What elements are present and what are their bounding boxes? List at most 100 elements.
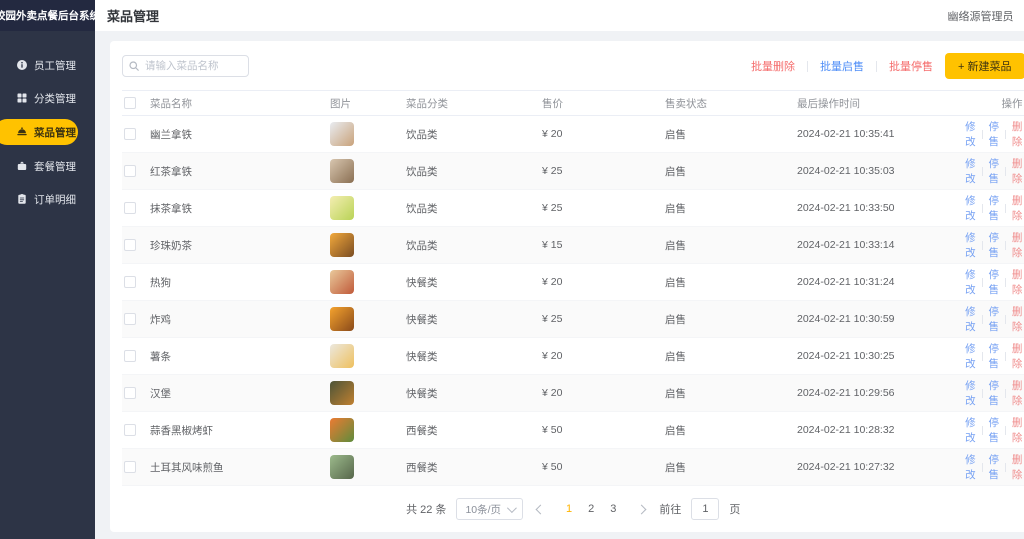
row-checkbox[interactable] (124, 424, 136, 436)
batch-button-批量停售[interactable]: 批量停售 (889, 58, 933, 74)
row-action-修改[interactable]: 修改 (965, 156, 976, 186)
dish-price: ¥ 50 (542, 424, 665, 436)
new-dish-button[interactable]: + 新建菜品 (945, 53, 1024, 79)
chevron-down-icon (507, 503, 517, 513)
row-action-删除[interactable]: 删除 (1012, 156, 1023, 186)
batch-button-批量启售[interactable]: 批量启售 (820, 58, 864, 74)
sidebar-item-分类管理[interactable]: 分类管理 (0, 86, 95, 110)
dish-image[interactable] (330, 344, 354, 368)
row-action-停售[interactable]: 停售 (988, 156, 999, 186)
sidebar-item-套餐管理[interactable]: 套餐管理 (0, 154, 95, 178)
row-action-修改[interactable]: 修改 (965, 341, 976, 371)
row-action-停售[interactable]: 停售 (988, 304, 999, 334)
row-action-修改[interactable]: 修改 (965, 304, 976, 334)
divider (1005, 167, 1006, 176)
sidebar-item-订单明细[interactable]: 订单明细 (0, 187, 95, 211)
page-number-2[interactable]: 2 (580, 501, 602, 517)
page-number-3[interactable]: 3 (602, 501, 624, 517)
search-input[interactable] (122, 55, 249, 77)
dish-image[interactable] (330, 122, 354, 146)
row-action-停售[interactable]: 停售 (988, 267, 999, 297)
row-action-修改[interactable]: 修改 (965, 230, 976, 260)
chevron-right-icon (637, 504, 647, 514)
row-actions: 修改停售删除 (965, 193, 1024, 223)
page-number-1[interactable]: 1 (558, 501, 580, 517)
page-size-select[interactable]: 10条/页 (456, 498, 523, 520)
divider (982, 278, 983, 287)
row-action-删除[interactable]: 删除 (1012, 341, 1023, 371)
row-checkbox[interactable] (124, 387, 136, 399)
divider (982, 241, 983, 250)
table-row: 炸鸡 快餐类 ¥ 25 启售 2024-02-21 10:30:59 修改停售删… (122, 301, 1024, 338)
sidebar-item-菜品管理[interactable]: 菜品管理 (0, 119, 78, 145)
user-name: 幽络源管理员 (948, 8, 1014, 24)
row-checkbox[interactable] (124, 313, 136, 325)
prev-page-button[interactable] (533, 504, 548, 515)
row-action-修改[interactable]: 修改 (965, 415, 976, 445)
dish-image[interactable] (330, 159, 354, 183)
sidebar-item-label: 员工管理 (34, 58, 76, 73)
row-checkbox[interactable] (124, 461, 136, 473)
row-action-修改[interactable]: 修改 (965, 378, 976, 408)
next-page-button[interactable] (634, 504, 649, 515)
dish-image[interactable] (330, 455, 354, 479)
dish-name: 土耳其风味煎鱼 (150, 460, 330, 475)
row-action-删除[interactable]: 删除 (1012, 304, 1023, 334)
row-action-修改[interactable]: 修改 (965, 452, 976, 482)
dish-status: 启售 (665, 275, 797, 290)
row-action-停售[interactable]: 停售 (988, 378, 999, 408)
divider (1005, 241, 1006, 250)
divider (1005, 463, 1006, 472)
row-checkbox[interactable] (124, 202, 136, 214)
dish-price: ¥ 20 (542, 276, 665, 288)
row-checkbox[interactable] (124, 165, 136, 177)
dish-image[interactable] (330, 270, 354, 294)
dish-name: 薯条 (150, 349, 330, 364)
dish-image[interactable] (330, 196, 354, 220)
dish-image[interactable] (330, 307, 354, 331)
goto-page-input[interactable] (691, 498, 719, 520)
row-checkbox[interactable] (124, 276, 136, 288)
row-action-停售[interactable]: 停售 (988, 452, 999, 482)
divider (1005, 315, 1006, 324)
dish-status: 启售 (665, 349, 797, 364)
dish-name: 珍珠奶茶 (150, 238, 330, 253)
row-checkbox[interactable] (124, 350, 136, 362)
order-list-icon (15, 193, 28, 206)
table-row: 红茶拿铁 饮品类 ¥ 25 启售 2024-02-21 10:35:03 修改停… (122, 153, 1024, 190)
dish-price: ¥ 20 (542, 128, 665, 140)
dish-category: 饮品类 (406, 201, 542, 216)
select-all-checkbox[interactable] (124, 97, 136, 109)
row-action-停售[interactable]: 停售 (988, 230, 999, 260)
batch-button-批量删除[interactable]: 批量删除 (751, 58, 795, 74)
row-action-停售[interactable]: 停售 (988, 415, 999, 445)
dish-status: 启售 (665, 238, 797, 253)
divider (982, 315, 983, 324)
dish-image[interactable] (330, 233, 354, 257)
row-checkbox[interactable] (124, 128, 136, 140)
row-action-删除[interactable]: 删除 (1012, 378, 1023, 408)
row-action-删除[interactable]: 删除 (1012, 193, 1023, 223)
toolbar-buttons: 批量删除 批量启售 批量停售 + 新建菜品 (751, 53, 1024, 79)
dish-image[interactable] (330, 381, 354, 405)
row-action-删除[interactable]: 删除 (1012, 415, 1023, 445)
sidebar-item-员工管理[interactable]: 员工管理 (0, 53, 95, 77)
pagination: 共 22 条 10条/页 123 前往 页 (122, 498, 1024, 520)
row-action-删除[interactable]: 删除 (1012, 230, 1023, 260)
row-action-删除[interactable]: 删除 (1012, 267, 1023, 297)
user-info-icon (15, 59, 28, 72)
dish-image[interactable] (330, 418, 354, 442)
row-actions: 修改停售删除 (965, 156, 1024, 186)
row-action-删除[interactable]: 删除 (1012, 119, 1023, 149)
row-action-停售[interactable]: 停售 (988, 341, 999, 371)
dish-name: 热狗 (150, 275, 330, 290)
table-row: 薯条 快餐类 ¥ 20 启售 2024-02-21 10:30:25 修改停售删… (122, 338, 1024, 375)
row-action-修改[interactable]: 修改 (965, 119, 976, 149)
header-category: 菜品分类 (406, 96, 542, 111)
row-action-删除[interactable]: 删除 (1012, 452, 1023, 482)
row-checkbox[interactable] (124, 239, 136, 251)
row-action-修改[interactable]: 修改 (965, 267, 976, 297)
row-action-修改[interactable]: 修改 (965, 193, 976, 223)
row-action-停售[interactable]: 停售 (988, 193, 999, 223)
row-action-停售[interactable]: 停售 (988, 119, 999, 149)
